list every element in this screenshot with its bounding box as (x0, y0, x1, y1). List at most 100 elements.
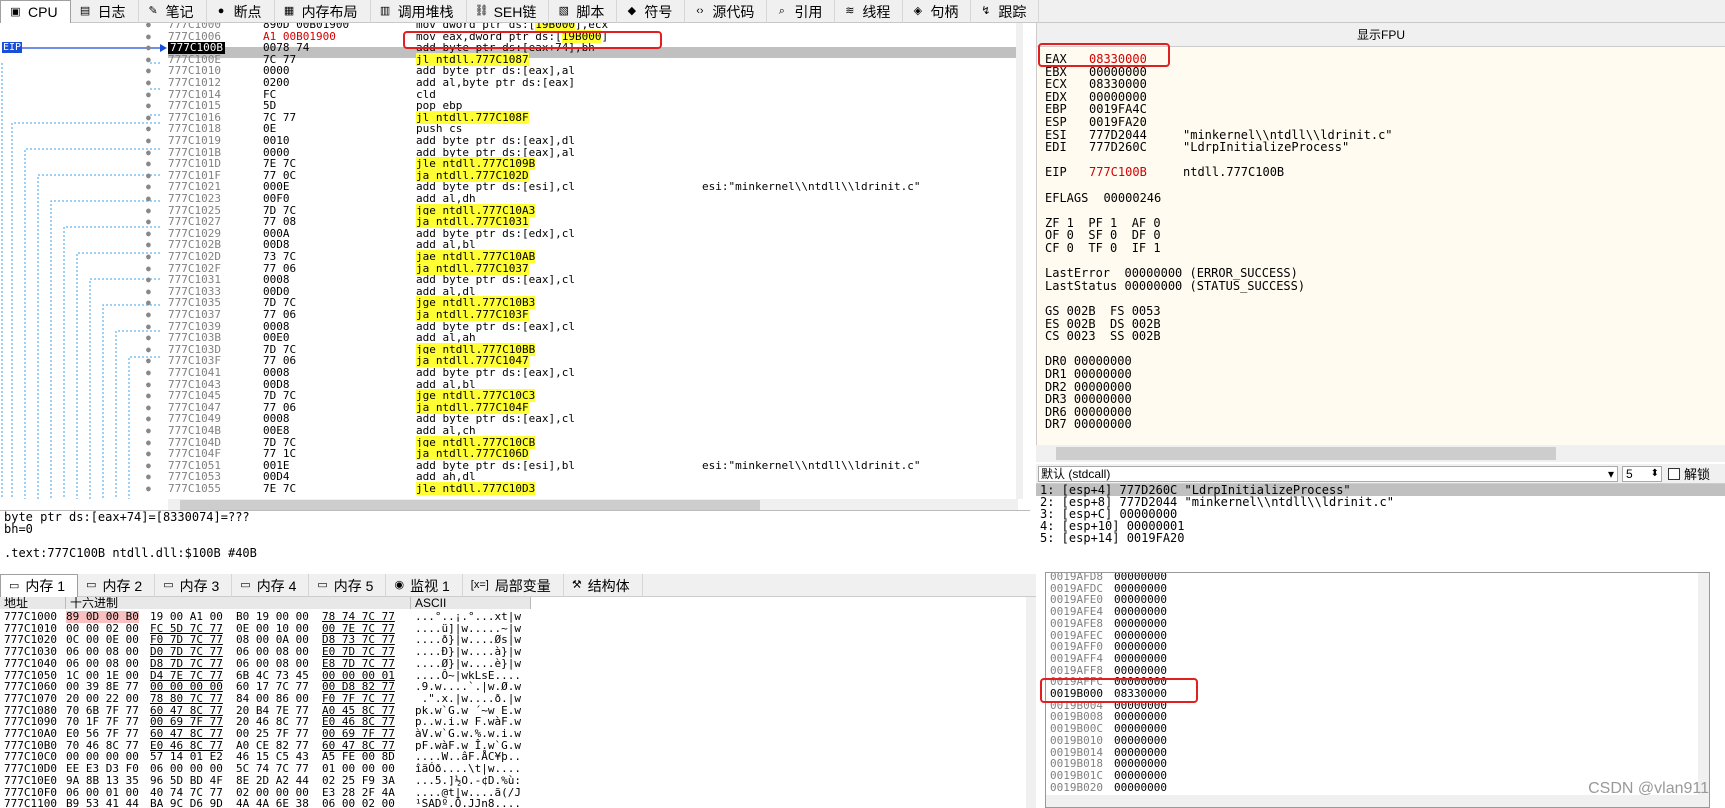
breakpoint-dot-icon[interactable]: ● (146, 193, 151, 205)
tab-4[interactable]: ▦ 内存布局 (275, 0, 371, 23)
breakpoint-dot-icon[interactable]: ● (146, 205, 151, 217)
register-hscroll[interactable] (1036, 445, 1725, 462)
tab-10[interactable]: ⌕ 引用 (767, 0, 836, 23)
arg-count-spinner[interactable]: 5 (1622, 465, 1662, 482)
disasm-row[interactable]: ● 777C1029 000A add byte ptr ds:[edx],cl (0, 227, 1023, 240)
disasm-row[interactable]: ● 777C1051 001E add byte ptr ds:[esi],bl esi… (0, 459, 1023, 472)
breakpoint-dot-icon[interactable]: ● (146, 425, 151, 437)
stack-row[interactable]: 0019B010 00000000 (1046, 735, 1696, 747)
breakpoint-dot-icon[interactable]: ● (146, 344, 151, 356)
disasm-row[interactable]: ● 777C1049 0008 add byte ptr ds:[eax],cl (0, 413, 1023, 425)
breakpoint-dot-icon[interactable]: ● (146, 216, 151, 228)
hex-bytes[interactable]: 20 00 22 00 (66, 693, 139, 705)
breakpoint-dot-icon[interactable]: ● (146, 355, 151, 367)
debug-register-row[interactable]: DR3 00000000 (1045, 393, 1132, 405)
mem-tab-0[interactable]: ▭ 内存 1 (0, 574, 79, 597)
breakpoint-dot-icon[interactable]: ● (146, 158, 151, 170)
hex-bytes[interactable]: 4A 4A 6E 38 (236, 798, 309, 808)
debug-register-row[interactable]: DR6 00000000 (1045, 406, 1132, 418)
breakpoint-dot-icon[interactable]: ● (146, 274, 151, 286)
tab-11[interactable]: ≋ 线程 (835, 0, 904, 23)
register-value[interactable]: 0019FA20 (1089, 116, 1183, 128)
disasm-vscroll[interactable] (1016, 23, 1023, 499)
hex-row[interactable]: 777C10E0 9A 8B 13 35 96 5D BD 4F 8E 2D A2 4… (0, 775, 1036, 787)
register-row[interactable]: EFLAGS 00000246 (1045, 192, 1183, 204)
tab-0[interactable]: ▣ CPU (0, 0, 71, 23)
breakpoint-dot-icon[interactable]: ● (146, 471, 151, 483)
breakpoint-dot-icon[interactable]: ● (146, 77, 151, 89)
segment-row[interactable]: GS 002B FS 0053 (1045, 305, 1161, 317)
breakpoint-dot-icon[interactable]: ● (146, 460, 151, 472)
breakpoint-dot-icon[interactable]: ● (146, 112, 151, 124)
breakpoint-dot-icon[interactable]: ● (146, 437, 151, 449)
breakpoint-dot-icon[interactable]: ● (146, 135, 151, 147)
breakpoint-dot-icon[interactable]: ● (146, 239, 151, 251)
last-error-row[interactable]: LastError 00000000 (ERROR_SUCCESS) (1045, 267, 1298, 279)
tab-2[interactable]: ✎ 笔记 (139, 0, 207, 23)
disasm-row[interactable]: ● 777C1039 0008 add byte ptr ds:[eax],cl (0, 320, 1023, 333)
debug-register-row[interactable]: DR0 00000000 (1045, 355, 1132, 367)
disasm-row[interactable]: ● 777C1012 0200 add al,byte ptr ds:[eax] (0, 77, 1023, 89)
tab-12[interactable]: ◈ 句柄 (903, 0, 972, 23)
segment-row[interactable]: ES 002B DS 002B (1045, 318, 1161, 330)
register-value[interactable]: 777D260C (1089, 141, 1183, 153)
register-row[interactable]: EDX 00000000 (1045, 91, 1183, 103)
register-row[interactable]: EIP 777C100B ntdll.777C100B (1045, 166, 1284, 178)
breakpoint-dot-icon[interactable]: ● (146, 100, 151, 112)
register-row[interactable]: ESP 0019FA20 (1045, 116, 1183, 128)
register-value[interactable]: 777C100B (1089, 166, 1183, 178)
breakpoint-dot-icon[interactable]: ● (146, 123, 151, 135)
stack-row[interactable]: 0019AFE8 00000000 (1046, 618, 1696, 630)
register-row[interactable]: ESI 777D2044 "minkernel\\ntdll\\ldrinit.c" (1045, 129, 1393, 141)
register-row[interactable]: ECX 08330000 (1045, 78, 1183, 90)
tab-9[interactable]: ‹› 源代码 (685, 0, 768, 23)
breakpoint-dot-icon[interactable]: ● (146, 251, 151, 263)
call-arg-row[interactable]: 5: [esp+14] 0019FA20 (1036, 532, 1725, 544)
register-value[interactable]: 00000000 (1089, 91, 1183, 103)
mem-tab-6[interactable]: [x=] 局部变量 (463, 574, 564, 597)
hex-bytes[interactable]: E8 7D 7C 77 (322, 658, 395, 670)
breakpoint-dot-icon[interactable]: ● (146, 23, 151, 31)
debug-register-row[interactable]: DR2 00000000 (1045, 381, 1132, 393)
register-value[interactable]: 00000246 (1089, 192, 1183, 204)
hex-bytes[interactable]: 60 47 8C 77 (150, 728, 223, 740)
checkbox-icon[interactable] (1668, 467, 1680, 480)
breakpoint-dot-icon[interactable]: ● (146, 65, 151, 77)
breakpoint-dot-icon[interactable]: ● (146, 297, 151, 309)
debug-register-row[interactable]: DR7 00000000 (1045, 418, 1132, 430)
hex-vscroll[interactable] (1026, 597, 1036, 808)
hex-bytes[interactable]: D8 7D 7C 77 (150, 658, 223, 670)
call-convention-select[interactable]: 默认 (stdcall) (1038, 465, 1618, 482)
tab-8[interactable]: ◆ 符号 (617, 0, 686, 23)
mem-tab-2[interactable]: ▭ 内存 3 (155, 574, 233, 597)
hex-bytes[interactable]: 00 69 7F 77 (322, 728, 395, 740)
hex-bytes[interactable]: 02 25 F9 3A (322, 775, 395, 787)
hex-bytes[interactable]: B0 19 00 00 (236, 611, 309, 623)
breakpoint-dot-icon[interactable]: ● (146, 483, 151, 495)
breakpoint-dot-icon[interactable]: ● (146, 42, 151, 54)
tab-13[interactable]: ↯ 跟踪 (971, 0, 1040, 23)
hex-row[interactable]: 777C1070 20 00 22 00 78 80 7C 77 84 00 86 0… (0, 693, 1036, 705)
breakpoint-dot-icon[interactable]: ● (146, 89, 151, 101)
disassembly-panel[interactable]: EIP ● 777C1000 890D 00B01900 mov dword ptr … (0, 23, 1023, 499)
stack-row[interactable]: 0019AFF4 00000000 (1046, 653, 1696, 665)
debug-register-row[interactable]: DR1 00000000 (1045, 368, 1132, 380)
hex-bytes[interactable]: 06 00 02 00 (322, 798, 395, 808)
breakpoint-dot-icon[interactable]: ● (146, 321, 151, 333)
tab-5[interactable]: ▥ 调用堆栈 (371, 0, 467, 23)
hex-bytes[interactable]: 89 0D 00 B0 (66, 611, 139, 623)
hex-row[interactable]: 777C10A0 E0 56 7F 77 60 47 8C 77 00 25 7F 7… (0, 728, 1036, 740)
hex-bytes[interactable]: F0 7F 7C 77 (322, 693, 395, 705)
breakpoint-dot-icon[interactable]: ● (146, 286, 151, 298)
hex-row[interactable]: 777C1040 06 00 08 00 D8 7D 7C 77 06 00 08 0… (0, 658, 1036, 670)
register-panel[interactable]: 显示FPU EAX 08330000 EBX 00000000 ECX 08330000 E… (1036, 23, 1725, 445)
disasm-row[interactable]: ● 777C1041 0008 add byte ptr ds:[eax],cl (0, 367, 1023, 379)
mem-tab-1[interactable]: ▭ 内存 2 (78, 574, 156, 597)
hex-bytes[interactable]: 78 80 7C 77 (150, 693, 223, 705)
breakpoint-dot-icon[interactable]: ● (146, 309, 151, 321)
breakpoint-dot-icon[interactable]: ● (146, 31, 151, 43)
last-error-row[interactable]: LastStatus 00000000 (STATUS_SUCCESS) (1045, 280, 1305, 292)
hex-dump-panel[interactable]: 地址 十六进制 ASCII 777C1000 89 0D 00 B0 19 00 A… (0, 597, 1036, 808)
hex-bytes[interactable]: 00 25 7F 77 (236, 728, 309, 740)
disasm-row[interactable]: ● 777C1014 FC cld (0, 88, 1023, 101)
